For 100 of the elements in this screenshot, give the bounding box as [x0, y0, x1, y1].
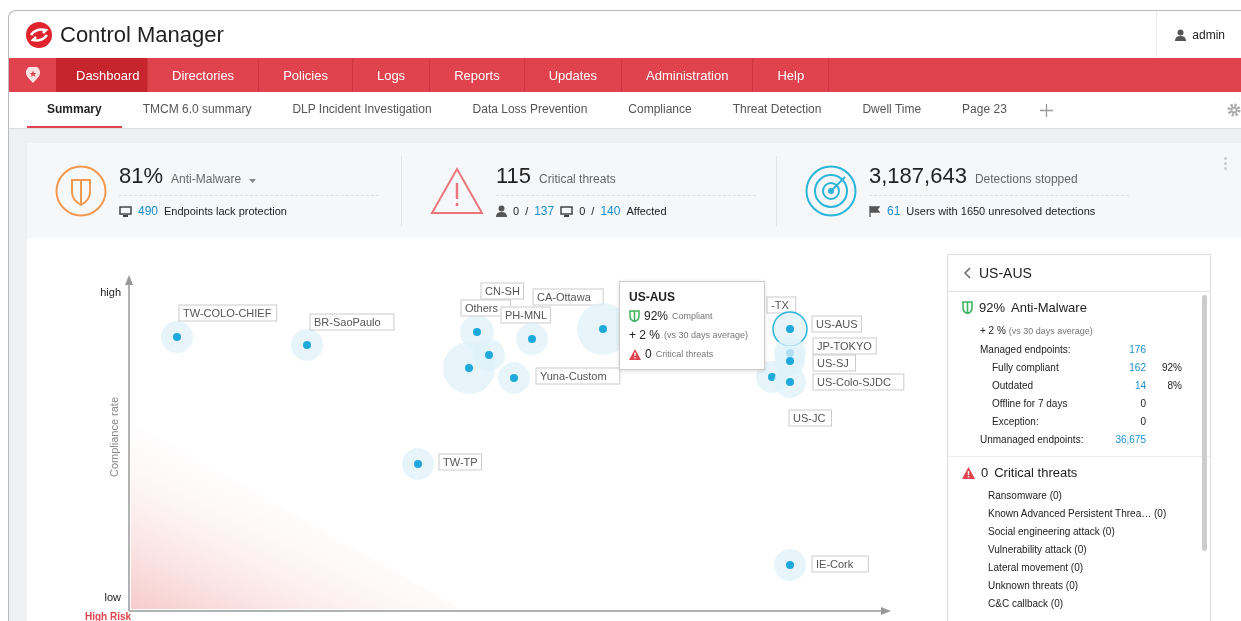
count-link[interactable]: 137	[534, 204, 555, 218]
user-icon	[496, 205, 507, 217]
tooltip-title: US-AUS	[629, 290, 676, 304]
stat-text: 0	[579, 205, 586, 217]
endpoint-label: Exception:	[992, 415, 1040, 427]
nav-item[interactable]: Updates	[524, 58, 623, 92]
user-icon	[1175, 28, 1187, 41]
axis-low-label: low	[104, 591, 121, 603]
tooltip-threats: 0	[645, 347, 652, 361]
endpoint-count[interactable]: 14	[1110, 379, 1146, 391]
stat-text: Users with 1650 unresolved detections	[906, 205, 1096, 217]
home-pin-icon[interactable]	[25, 67, 40, 83]
location-label: IE-Cork	[811, 555, 869, 573]
nav-item[interactable]: Reports	[430, 58, 525, 92]
stat-text: 0	[513, 205, 520, 217]
more-options-icon[interactable]	[1224, 157, 1227, 170]
location-label: BR-SaoPaulo	[309, 313, 395, 331]
panel-change: + 2 % (vs 30 days average)	[980, 325, 1094, 336]
settings-icon[interactable]	[1227, 103, 1241, 117]
warning-icon	[962, 466, 975, 479]
panel-title: US-AUS	[979, 265, 1032, 281]
tooltip-threats-label: Critical threats	[655, 349, 714, 359]
radar-icon	[805, 164, 857, 217]
stat-value: 115	[496, 163, 532, 189]
endpoint-label: Offline for 7 days	[992, 397, 1069, 409]
bubble[interactable]	[402, 448, 434, 480]
location-label: Yuna-Custom	[535, 367, 621, 385]
y-axis-title: Compliance rate	[108, 396, 120, 478]
count-link[interactable]: 61	[887, 204, 901, 218]
dashboard-tab[interactable]: Compliance	[608, 92, 712, 128]
threat-category: Known Advanced Persistent Threa… (0)	[987, 506, 1168, 521]
app-title: Control Manager	[60, 21, 225, 48]
threat-category: Social engineering attack (0)	[987, 524, 1116, 539]
nav-item[interactable]: Dashboard	[56, 58, 148, 92]
bubble[interactable]	[291, 329, 323, 361]
threat-category: Ransomware (0)	[987, 488, 1063, 503]
location-label: CN-SH	[480, 282, 524, 300]
endpoint-label: Outdated	[992, 379, 1035, 391]
dropdown-caret-icon[interactable]	[249, 179, 257, 183]
location-label: US-SJ	[812, 354, 856, 372]
shield-icon	[629, 310, 640, 322]
nav-item[interactable]: Directories	[148, 58, 260, 92]
bubble[interactable]	[161, 321, 193, 353]
stat-label: Detections stopped	[974, 172, 1078, 186]
dashboard-tab[interactable]: Page 23	[942, 92, 1027, 128]
panel-malware-label: Anti-Malware	[1011, 300, 1087, 315]
tooltip-compliance: 92%	[644, 309, 669, 323]
nav-item[interactable]: Logs	[352, 58, 431, 92]
add-tab-icon[interactable]	[1039, 103, 1053, 117]
endpoint-label: Fully compliant	[992, 361, 1060, 373]
scrollbar[interactable]	[1202, 295, 1207, 551]
monitor-icon	[119, 205, 132, 217]
count-link[interactable]: 140	[600, 204, 621, 218]
location-label: US-AUS	[811, 315, 862, 333]
separator-text: /	[591, 205, 595, 217]
dashboard-tab[interactable]: DLP Incident Investigation	[272, 92, 452, 128]
endpoint-label: Unmanaged endpoints:	[980, 433, 1085, 445]
logo-icon	[26, 21, 52, 48]
endpoint-count: 0	[1139, 415, 1146, 427]
bubble[interactable]	[473, 339, 505, 371]
stat-text: Endpoints lack protection	[164, 205, 287, 217]
location-label: PH-MNL	[500, 306, 551, 324]
location-label: TW-COLO-CHIEF	[178, 304, 278, 322]
axis-high-label: high	[100, 286, 121, 298]
bubble[interactable]	[774, 549, 806, 581]
threat-category: Lateral movement (0)	[987, 560, 1085, 575]
tooltip-compliance-label: Compliant	[672, 311, 713, 321]
endpoint-count[interactable]: 36,675	[1110, 433, 1146, 445]
shield-icon	[962, 301, 973, 314]
dashboard-tab[interactable]: Dwell Time	[842, 92, 942, 128]
monitor-icon	[560, 205, 574, 217]
nav-item[interactable]: Policies	[259, 58, 353, 92]
bubble[interactable]	[516, 323, 548, 355]
endpoint-percent: 8%	[1166, 379, 1182, 391]
nav-item[interactable]: Help	[753, 58, 830, 92]
tooltip-change-note: (vs 30 days average)	[664, 330, 749, 340]
endpoint-count: 0	[1139, 397, 1146, 409]
location-label: CA-Ottawa	[532, 288, 604, 306]
count-link[interactable]: 490	[138, 204, 159, 218]
dashboard-tab[interactable]: Threat Detection	[712, 92, 842, 128]
stat-text: Affected	[626, 205, 667, 217]
bubble[interactable]	[774, 366, 806, 398]
nav-item[interactable]: Administration	[622, 58, 754, 92]
dashboard-tab[interactable]: TMCM 6.0 summary	[122, 92, 272, 128]
threat-category: C&C callback (0)	[987, 596, 1065, 611]
stat-label: Critical threats	[539, 172, 616, 186]
dashboard-tab[interactable]: Data Loss Prevention	[452, 92, 608, 128]
endpoint-count[interactable]: 162	[1110, 361, 1146, 373]
endpoint-count[interactable]: 176	[1110, 343, 1146, 355]
threat-category: Vulnerability attack (0)	[987, 542, 1088, 557]
location-label: US-Colo-SJDC	[812, 373, 905, 391]
panel-threat-count: 0	[981, 465, 989, 480]
back-chevron-icon[interactable]	[964, 267, 971, 279]
stat-label: Anti-Malware	[171, 172, 242, 186]
panel-malware-value: 92%	[979, 300, 1006, 315]
tooltip-change: + 2 %	[629, 328, 661, 342]
location-label: TW-TP	[438, 453, 482, 471]
warning-icon	[629, 348, 641, 360]
bubble[interactable]	[498, 362, 530, 394]
shield-icon	[55, 164, 107, 217]
